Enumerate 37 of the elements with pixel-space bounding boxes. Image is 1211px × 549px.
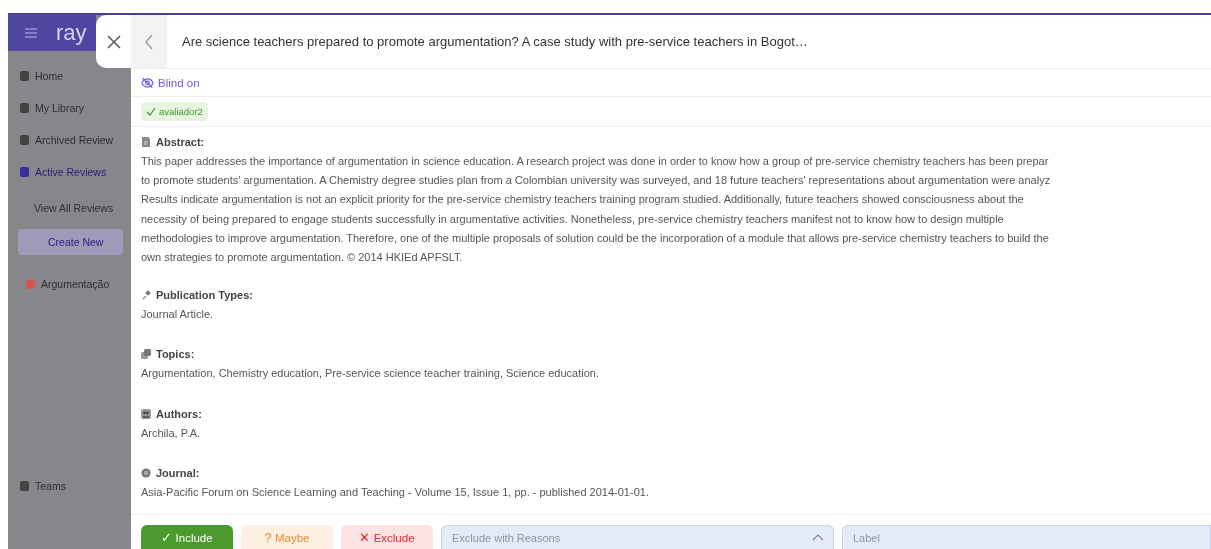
sidebar-item[interactable]: My Library [14, 93, 127, 123]
chevron-up-icon [812, 534, 824, 541]
maybe-button[interactable]: ? Maybe [241, 525, 333, 549]
section-heading: Publication Types: [156, 289, 253, 302]
eye-slash-icon [141, 76, 154, 89]
section-heading: Authors: [156, 407, 202, 420]
label-field[interactable]: Label [842, 525, 1211, 549]
abstract-text: This paper addresses the importance of argumentation in science education. A research project was done in order to know how a group of pre-service chemistry teachers has been prepar to promote students' argumentation. A Chemistry degree studies plan from a Colombian university was surveyed, and 18 future teachers' representations about argumentation were analyz Results indicate argumentation is not an explicit priority for the pre-service chemistry teachers training program studied. Additionally, future teachers showed consciousness about the necessity of being prepared to engage students successfully in argumentative activities. Nonetheless, pre-service chemistry teachers manifest not to know how to design multiple methodologies to improve argumentation. Therefore, one of the multiple proposals of solution could be the incorporation of a module that allows pre-service chemistry teachers to build the own strategies to promote argumentation. © 2014 HKIEd APFSLT. [141, 154, 1052, 265]
section-heading: Topics: [156, 348, 195, 361]
section-text: Argumentation, Chemistry education, Pre-service science teacher training, Science education. [141, 366, 600, 382]
chevron-left-icon [144, 33, 154, 50]
sidebar-item[interactable]: Archived Review [14, 125, 127, 155]
section-text: Archila, P.A. [141, 425, 202, 441]
include-button[interactable]: ✓ Include [141, 525, 233, 549]
sidebar-item[interactable]: Teams [14, 471, 127, 501]
stack-icon [141, 349, 151, 360]
exclude-button[interactable]: ✕ Exclude [341, 525, 433, 549]
close-button[interactable] [96, 15, 131, 68]
section-text: Journal Article. [141, 307, 215, 323]
document-icon [141, 137, 151, 147]
section-text: Asia-Pacific Forum on Science Learning and Teaching - Volume 15, Issue 1, pp. - published 2014-01-01. [141, 484, 650, 500]
reviewer-name: avaliador2 [159, 106, 203, 117]
blind-toggle[interactable]: Blind on [141, 76, 200, 89]
section-heading: Journal: [156, 466, 200, 479]
app-logo[interactable]: ray [56, 20, 87, 46]
section-heading: Abstract: [156, 136, 205, 148]
close-icon [106, 34, 121, 49]
sidebar-item[interactable]: View All Reviews [14, 189, 127, 227]
menu-icon[interactable] [24, 27, 38, 39]
reasons-dropdown[interactable]: Exclude with Reasons [441, 525, 834, 549]
sidebar-item[interactable]: Home [14, 61, 127, 91]
review-item[interactable]: Argumentação [14, 269, 127, 299]
create-button[interactable]: Create New [18, 229, 123, 255]
pin-icon [141, 290, 151, 301]
article-title: Are science teachers prepared to promote argumentation? A case study with pre-service teachers in Bogot… [181, 34, 808, 49]
sidebar-item[interactable]: Active Reviews [14, 157, 127, 187]
check-icon [146, 107, 156, 116]
